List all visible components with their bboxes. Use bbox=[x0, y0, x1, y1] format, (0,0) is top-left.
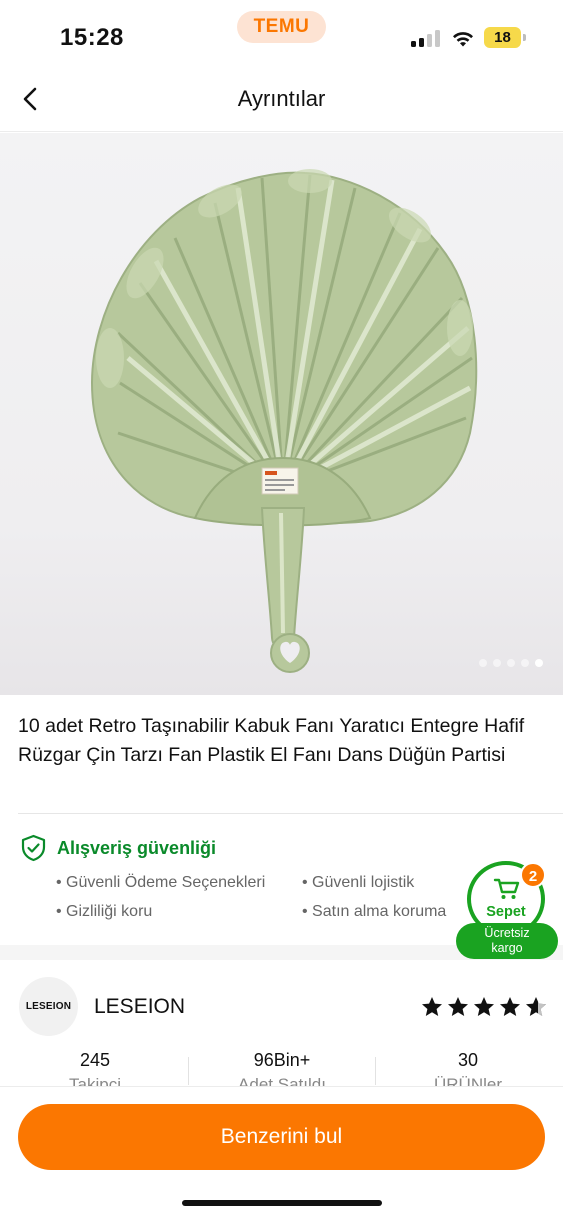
cart-icon bbox=[493, 878, 520, 899]
shopping-security-header[interactable]: Alışveriş güvenliği bbox=[20, 834, 216, 862]
carousel-dot[interactable] bbox=[507, 659, 515, 667]
free-shipping-line1: Ücretsiz bbox=[484, 926, 530, 940]
divider bbox=[188, 1057, 189, 1085]
wifi-icon bbox=[453, 32, 473, 47]
find-similar-button[interactable]: Benzerini bul bbox=[18, 1104, 545, 1170]
shopping-security-title: Alışveriş güvenliği bbox=[57, 837, 217, 858]
home-indicator[interactable] bbox=[182, 1200, 382, 1206]
carousel-dot-active[interactable] bbox=[535, 659, 543, 667]
cart-count-badge: 2 bbox=[520, 862, 546, 888]
star-icon bbox=[422, 997, 442, 1016]
product-image bbox=[90, 169, 478, 673]
stat-value: 96Bin+ bbox=[253, 1050, 311, 1070]
carousel-dot[interactable] bbox=[479, 659, 487, 667]
status-bar: 15:28 TEMU 18 bbox=[0, 0, 563, 66]
divider bbox=[375, 1057, 376, 1085]
page-title: Ayrıntılar bbox=[237, 86, 326, 111]
temu-app-badge: TEMU bbox=[237, 11, 326, 43]
store-logo[interactable]: LESEION bbox=[19, 977, 78, 1036]
star-icon bbox=[448, 997, 468, 1016]
store-rating bbox=[420, 995, 548, 1019]
battery-level: 18 bbox=[484, 27, 521, 48]
free-shipping-line2: kargo bbox=[491, 941, 523, 955]
divider bbox=[18, 813, 563, 814]
stat-value: 30 bbox=[457, 1050, 479, 1070]
stat-value: 245 bbox=[79, 1050, 111, 1070]
product-image-carousel[interactable] bbox=[0, 133, 563, 695]
store-name[interactable]: LESEION bbox=[94, 995, 185, 1019]
battery-icon: 18 bbox=[484, 27, 526, 48]
security-item: • Güvenli lojistik bbox=[302, 874, 415, 891]
status-time: 15:28 bbox=[60, 24, 124, 51]
security-item: • Gizliliği koru bbox=[56, 903, 153, 920]
carousel-dot[interactable] bbox=[493, 659, 501, 667]
star-icon bbox=[474, 997, 494, 1016]
carousel-dot[interactable] bbox=[521, 659, 529, 667]
star-half-icon bbox=[526, 997, 546, 1016]
cellular-signal-icon bbox=[411, 30, 441, 47]
security-item: • Güvenli Ödeme Seçenekleri bbox=[56, 874, 266, 891]
product-title: 10 adet Retro Taşınabilir Kabuk Fanı Yar… bbox=[18, 715, 525, 766]
free-shipping-badge: Ücretsiz kargo bbox=[456, 923, 558, 959]
star-icon bbox=[500, 997, 520, 1016]
navigation-bar: Ayrıntılar bbox=[0, 66, 563, 132]
shield-check-icon bbox=[21, 834, 46, 862]
carousel-dots bbox=[479, 659, 543, 667]
cart-label: Sepet bbox=[486, 904, 526, 920]
security-item: • Satın alma koruma bbox=[302, 903, 447, 920]
